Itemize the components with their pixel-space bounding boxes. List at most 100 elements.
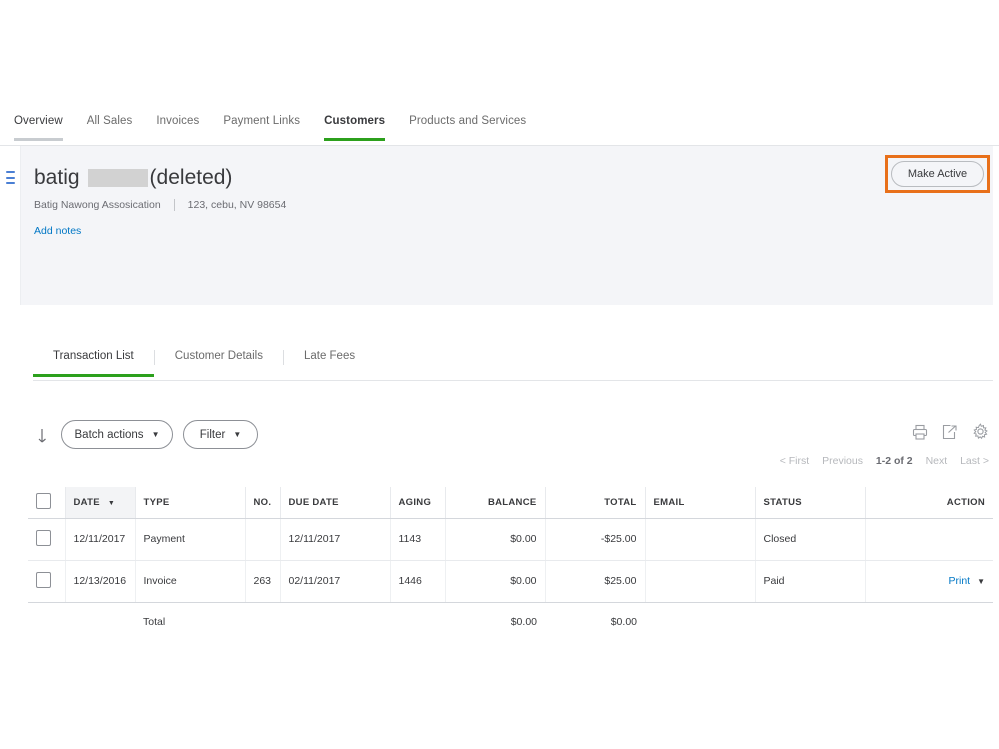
cell-due-date: 02/11/2017 xyxy=(280,560,391,603)
cell-no xyxy=(245,518,281,561)
total-spacer-6 xyxy=(645,602,755,642)
subtab-customer-details[interactable]: Customer Details xyxy=(155,348,283,377)
chevron-down-icon: ▼ xyxy=(233,430,242,439)
nav-tab-products-and-services[interactable]: Products and Services xyxy=(409,113,526,141)
filter-label: Filter xyxy=(199,428,226,441)
customer-subtitle: Batig Nawong Assosication 123, cebu, NV … xyxy=(34,199,286,211)
cell-balance: $0.00 xyxy=(445,560,546,603)
total-spacer-1 xyxy=(28,602,65,642)
customer-deleted-suffix: (deleted) xyxy=(149,166,233,189)
total-spacer-7 xyxy=(755,602,865,642)
subtab-transaction-list[interactable]: Transaction List xyxy=(33,348,154,377)
chevron-down-icon: ▼ xyxy=(151,430,160,439)
cell-total: $25.00 xyxy=(545,560,646,603)
col-header-balance[interactable]: BALANCE xyxy=(445,487,546,519)
subtab-late-fees[interactable]: Late Fees xyxy=(284,348,375,377)
export-icon[interactable] xyxy=(942,424,958,440)
cell-action xyxy=(865,518,993,561)
table-row[interactable]: 12/13/2016 Invoice 263 02/11/2017 1446 $0.00 $… xyxy=(28,560,993,603)
transaction-table-wrapper: DATE ▼ TYPE NO. DUE DATE AGING BALANCE T… xyxy=(28,487,993,642)
pagination-first[interactable]: < First xyxy=(780,455,809,467)
cell-balance: $0.00 xyxy=(445,518,546,561)
download-arrow-icon[interactable] xyxy=(38,428,52,448)
col-header-status[interactable]: STATUS xyxy=(755,487,866,519)
col-header-type[interactable]: TYPE xyxy=(135,487,246,519)
table-row[interactable]: 12/11/2017 Payment 12/11/2017 1143 $0.00 -$25… xyxy=(28,518,993,561)
nav-tab-overview[interactable]: Overview xyxy=(14,113,63,141)
cell-date: 12/13/2016 xyxy=(65,560,136,603)
nav-tab-all-sales[interactable]: All Sales xyxy=(87,113,133,141)
transaction-table: DATE ▼ TYPE NO. DUE DATE AGING BALANCE T… xyxy=(28,487,993,642)
cell-due-date: 12/11/2017 xyxy=(280,518,391,561)
col-header-email[interactable]: EMAIL xyxy=(645,487,756,519)
make-active-button[interactable]: Make Active xyxy=(891,161,984,187)
col-header-date[interactable]: DATE ▼ xyxy=(65,487,136,519)
gear-icon[interactable] xyxy=(972,423,989,440)
total-spacer-3 xyxy=(245,602,280,642)
total-spacer-5 xyxy=(390,602,445,642)
sort-descending-icon: ▼ xyxy=(107,499,116,507)
subtitle-divider xyxy=(173,199,175,211)
cell-email xyxy=(645,560,756,603)
select-all-checkbox[interactable] xyxy=(36,492,51,509)
cell-aging: 1446 xyxy=(390,560,446,603)
total-spacer-4 xyxy=(280,602,390,642)
cell-type: Invoice xyxy=(135,560,246,603)
cell-no: 263 xyxy=(245,560,281,603)
nav-tab-payment-links[interactable]: Payment Links xyxy=(223,113,300,141)
toolbar-icon-group xyxy=(912,423,989,440)
total-label: Total xyxy=(143,616,166,629)
app-page: Overview All Sales Invoices Payment Links Cu… xyxy=(0,0,999,749)
row-select-cell xyxy=(28,518,66,561)
pagination-previous[interactable]: Previous xyxy=(822,455,863,467)
chevron-down-icon: ▼ xyxy=(977,577,985,586)
nav-tab-customers[interactable]: Customers xyxy=(324,113,386,141)
print-icon[interactable] xyxy=(912,424,928,440)
cell-type: Payment xyxy=(135,518,246,561)
pagination-next[interactable]: Next xyxy=(926,455,948,467)
select-all-header xyxy=(28,487,66,519)
add-notes-link[interactable]: Add notes xyxy=(34,225,81,237)
col-header-aging[interactable]: AGING xyxy=(390,487,446,519)
col-header-due-date[interactable]: DUE DATE xyxy=(280,487,391,519)
primary-nav: Overview All Sales Invoices Payment Links Cu… xyxy=(0,113,999,146)
col-header-no[interactable]: NO. xyxy=(245,487,281,519)
total-spacer-2 xyxy=(65,602,135,642)
cell-status: Closed xyxy=(755,518,866,561)
cell-date: 12/11/2017 xyxy=(65,518,136,561)
redacted-name-block xyxy=(87,169,148,187)
row-checkbox[interactable] xyxy=(36,571,51,588)
customer-name: batig (deleted) xyxy=(34,166,232,190)
drag-handle-icon[interactable] xyxy=(6,171,15,184)
table-total-row: Total $0.00 $0.00 xyxy=(28,602,993,642)
total-spacer-8 xyxy=(865,602,993,642)
cell-email xyxy=(645,518,756,561)
total-balance: $0.00 xyxy=(510,616,537,629)
pagination: < First Previous 1-2 of 2 Next Last > xyxy=(770,455,989,467)
cell-action: Print ▼ xyxy=(865,560,993,603)
pagination-range: 1-2 of 2 xyxy=(875,455,913,467)
pagination-last[interactable]: Last > xyxy=(960,455,989,467)
customer-header-panel: batig (deleted) Batig Nawong Assosicatio… xyxy=(6,146,993,305)
total-total: $0.00 xyxy=(610,616,637,629)
customer-company: Batig Nawong Assosication xyxy=(34,199,161,211)
col-header-total[interactable]: TOTAL xyxy=(545,487,646,519)
row-select-cell xyxy=(28,560,66,603)
batch-actions-label: Batch actions xyxy=(74,428,144,441)
batch-actions-button[interactable]: Batch actions ▼ xyxy=(61,420,173,449)
print-action-link[interactable]: Print ▼ xyxy=(948,575,985,587)
make-active-highlight: Make Active xyxy=(885,155,990,193)
cell-total: -$25.00 xyxy=(545,518,646,561)
print-action-label: Print xyxy=(948,575,971,587)
filter-button[interactable]: Filter ▼ xyxy=(183,420,258,449)
customer-address: 123, cebu, NV 98654 xyxy=(187,199,287,211)
customer-subtabs: Transaction List Customer Details Late Fee… xyxy=(33,348,993,381)
col-label-date: DATE xyxy=(73,496,100,508)
cell-status: Paid xyxy=(755,560,866,603)
customer-name-prefix: batig xyxy=(34,166,80,189)
transaction-toolbar: Batch actions ▼ Filter ▼ < First Previou… xyxy=(33,415,993,467)
table-header-row: DATE ▼ TYPE NO. DUE DATE AGING BALANCE T… xyxy=(28,487,993,519)
nav-tab-invoices[interactable]: Invoices xyxy=(156,113,199,141)
cell-aging: 1143 xyxy=(390,518,446,561)
row-checkbox[interactable] xyxy=(36,529,51,546)
